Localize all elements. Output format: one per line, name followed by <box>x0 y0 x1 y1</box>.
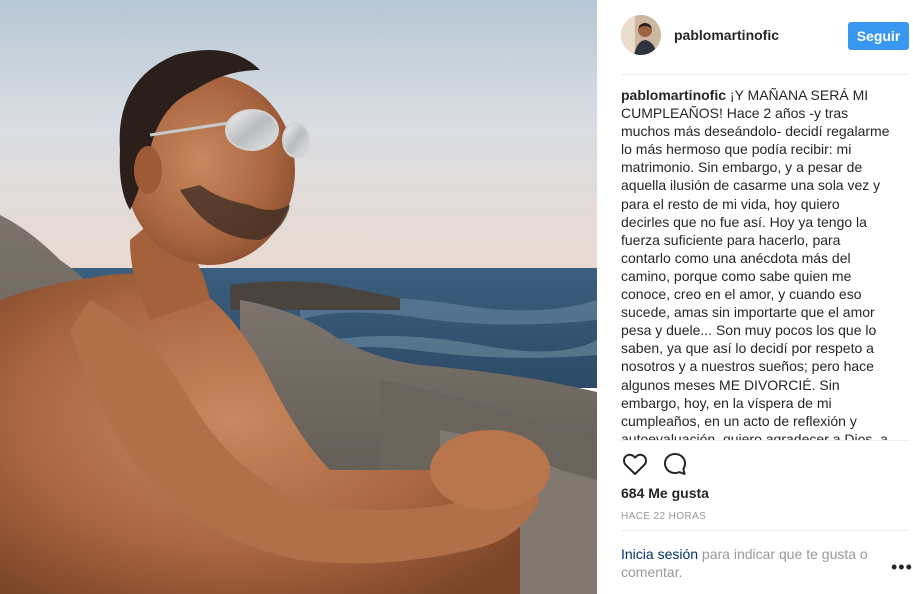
login-prompt: Inicia sesión para indicar que te gusta … <box>621 545 881 581</box>
caption-username[interactable]: pablomartinofic <box>621 87 730 103</box>
post-side-panel: pablomartinofic Seguir pablomartinofic ¡… <box>597 0 913 594</box>
follow-button[interactable]: Seguir <box>848 22 909 50</box>
divider <box>621 74 909 75</box>
username[interactable]: pablomartinofic <box>674 27 779 43</box>
divider <box>621 440 909 441</box>
photo-scene <box>0 0 597 594</box>
ellipsis-icon[interactable]: ••• <box>891 558 912 577</box>
avatar-image <box>621 15 661 55</box>
caption-scroll-area[interactable]: pablomartinofic ¡Y MAÑANA SERÁ MI CUMPLE… <box>621 86 913 440</box>
login-link[interactable]: Inicia sesión <box>621 546 698 562</box>
caption-text: ¡Y MAÑANA SERÁ MI CUMPLEAÑOS! Hace 2 año… <box>621 87 890 440</box>
speech-bubble-icon[interactable] <box>661 450 689 478</box>
timestamp[interactable]: HACE 22 HORAS <box>621 511 706 522</box>
caption: pablomartinofic ¡Y MAÑANA SERÁ MI CUMPLE… <box>621 86 891 440</box>
like-count[interactable]: 684 Me gusta <box>621 485 709 501</box>
post-header: pablomartinofic Seguir <box>597 0 913 75</box>
divider <box>621 530 909 531</box>
post-photo <box>0 0 597 594</box>
heart-outline-icon[interactable] <box>621 450 649 478</box>
avatar[interactable] <box>621 15 661 55</box>
